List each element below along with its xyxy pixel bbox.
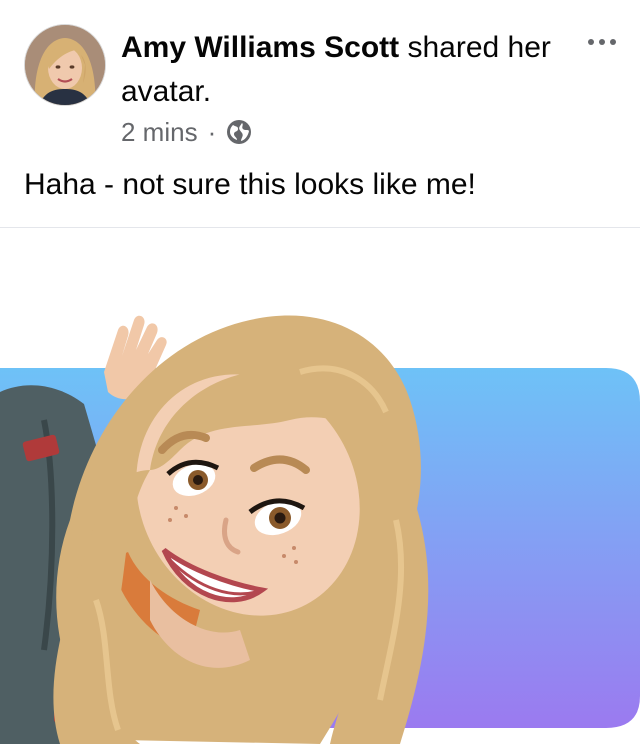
post-title: Amy Williams Scott shared her avatar. [121, 26, 561, 114]
more-options-button[interactable] [582, 30, 622, 54]
more-options-icon [588, 39, 594, 45]
post-meta: 2 mins · [121, 112, 252, 152]
post-header: Amy Williams Scott shared her avatar. 2 … [0, 0, 640, 228]
author-name[interactable]: Amy Williams Scott [121, 31, 399, 64]
post-timestamp[interactable]: 2 mins [121, 117, 198, 148]
avatar-sticker-image[interactable] [0, 228, 640, 744]
meta-separator: · [207, 116, 217, 147]
profile-photo [25, 25, 105, 105]
profile-avatar[interactable] [24, 24, 106, 106]
post-caption: Haha - not sure this looks like me! [24, 168, 476, 201]
globe-icon[interactable] [226, 119, 252, 145]
avatar-sticker [0, 315, 640, 744]
